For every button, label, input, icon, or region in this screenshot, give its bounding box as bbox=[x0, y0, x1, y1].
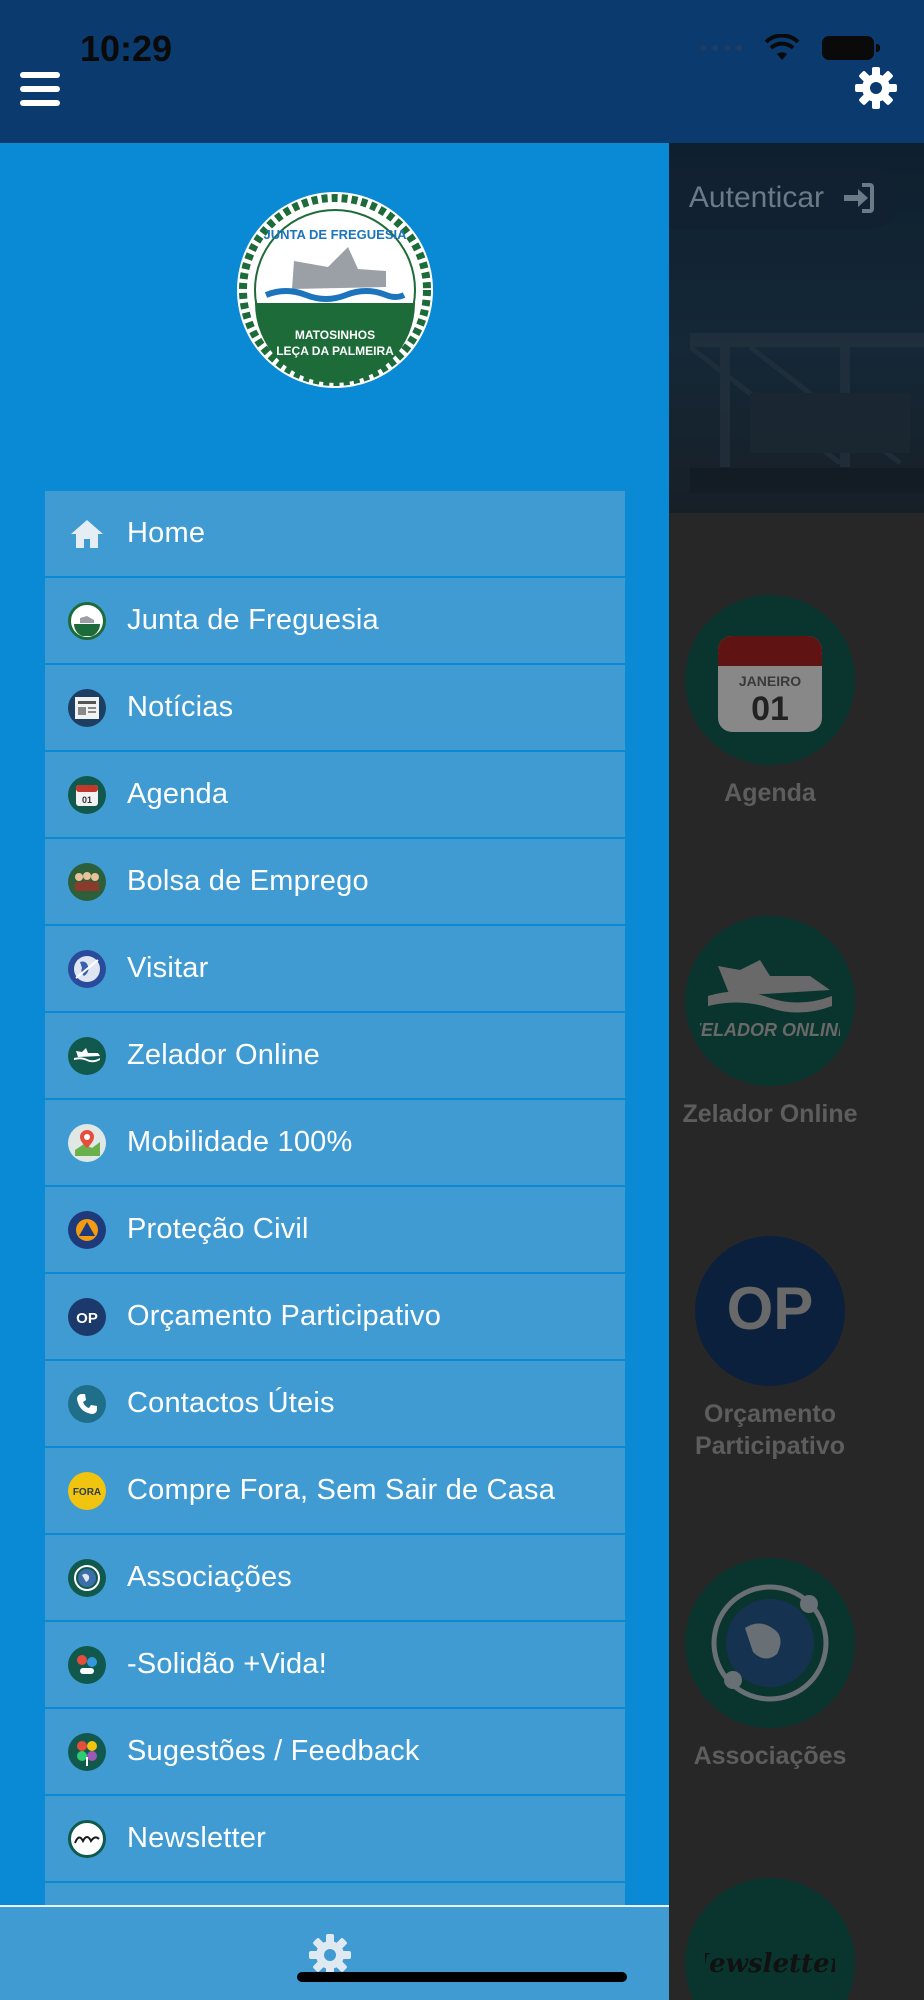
menu-item-solidao-vida[interactable]: -Solidão +Vida! bbox=[45, 1622, 625, 1707]
menu-item-mobilidade[interactable]: Mobilidade 100% bbox=[45, 1100, 625, 1185]
status-icons bbox=[700, 34, 880, 62]
menu-item-label: Newsletter bbox=[127, 1822, 266, 1854]
status-time: 10:29 bbox=[80, 28, 173, 69]
shop-badge-icon: FORA bbox=[68, 1471, 106, 1510]
home-icon bbox=[68, 515, 106, 553]
menu-item-visitar[interactable]: Visitar bbox=[45, 926, 625, 1011]
menu-item-protecao-civil[interactable]: Proteção Civil bbox=[45, 1187, 625, 1272]
map-pin-icon bbox=[68, 1123, 106, 1162]
menu-item-orcamento-participativo[interactable]: OP Orçamento Participativo bbox=[45, 1274, 625, 1359]
menu-item-label: Junta de Freguesia bbox=[127, 604, 379, 636]
menu-item-agenda[interactable]: 01 Agenda bbox=[45, 752, 625, 837]
menu-item-label: Contactos Úteis bbox=[127, 1387, 335, 1419]
navigation-drawer: JUNTA DE FREGUESIA MATOSINHOS LEÇA DA PA… bbox=[0, 143, 669, 2000]
menu-item-home[interactable]: Home bbox=[45, 491, 625, 576]
settings-gear-icon[interactable] bbox=[854, 66, 898, 110]
globe-icon bbox=[68, 949, 106, 988]
home-indicator[interactable] bbox=[297, 1972, 627, 1982]
drawer-menu: Home Junta de Freguesia Notícias 01 Agen… bbox=[45, 491, 625, 1970]
logo-top-text: JUNTA DE FREGUESIA bbox=[263, 227, 407, 242]
newsletter-icon bbox=[68, 1819, 106, 1858]
menu-item-newsletter[interactable]: Newsletter bbox=[45, 1796, 625, 1881]
menu-item-label: Associações bbox=[127, 1561, 292, 1593]
calendar-icon: 01 bbox=[68, 775, 106, 814]
zelador-icon bbox=[68, 1036, 106, 1075]
battery-icon bbox=[822, 36, 880, 60]
menu-item-label: Orçamento Participativo bbox=[127, 1300, 442, 1332]
menu-item-label: Sugestões / Feedback bbox=[127, 1735, 420, 1767]
menu-item-contactos-uteis[interactable]: Contactos Úteis bbox=[45, 1361, 625, 1446]
logo-line-2: LEÇA DA PALMEIRA bbox=[276, 344, 394, 358]
solidarity-icon bbox=[68, 1645, 106, 1684]
hamburger-menu-button[interactable] bbox=[20, 72, 62, 108]
menu-item-compre-fora[interactable]: FORA Compre Fora, Sem Sair de Casa bbox=[45, 1448, 625, 1533]
wifi-icon bbox=[764, 34, 800, 60]
newspaper-icon bbox=[68, 688, 106, 727]
feedback-icon bbox=[68, 1732, 106, 1771]
logo-line-1: MATOSINHOS bbox=[295, 328, 375, 342]
cellular-signal-icon bbox=[700, 45, 742, 51]
menu-item-zelador-online[interactable]: Zelador Online bbox=[45, 1013, 625, 1098]
jobs-icon bbox=[68, 862, 106, 901]
menu-item-sugestoes-feedback[interactable]: Sugestões / Feedback bbox=[45, 1709, 625, 1794]
menu-item-label: Zelador Online bbox=[127, 1039, 321, 1071]
menu-item-label: Proteção Civil bbox=[127, 1213, 309, 1245]
menu-item-junta-de-freguesia[interactable]: Junta de Freguesia bbox=[45, 578, 625, 663]
associations-icon bbox=[68, 1558, 106, 1597]
menu-item-label: Home bbox=[127, 517, 206, 549]
svg-text:01: 01 bbox=[82, 795, 92, 805]
op-icon: OP bbox=[68, 1297, 106, 1336]
menu-item-label: Compre Fora, Sem Sair de Casa bbox=[127, 1474, 556, 1506]
menu-item-label: Mobilidade 100% bbox=[127, 1126, 353, 1158]
junta-freguesia-logo: JUNTA DE FREGUESIA MATOSINHOS LEÇA DA PA… bbox=[237, 192, 433, 388]
menu-item-noticias[interactable]: Notícias bbox=[45, 665, 625, 750]
menu-item-label: Notícias bbox=[127, 691, 234, 723]
menu-item-label: Bolsa de Emprego bbox=[127, 865, 369, 897]
phone-icon bbox=[68, 1384, 106, 1423]
settings-gear-icon[interactable] bbox=[308, 1933, 352, 1977]
menu-item-label: -Solidão +Vida! bbox=[127, 1648, 327, 1680]
junta-logo-icon bbox=[68, 601, 106, 640]
top-app-bar: 10:29 bbox=[0, 0, 924, 143]
drawer-footer bbox=[0, 1905, 669, 2000]
svg-text:OP: OP bbox=[76, 1310, 98, 1327]
menu-item-label: Visitar bbox=[127, 952, 209, 984]
civil-protection-icon bbox=[68, 1210, 106, 1249]
menu-item-bolsa-de-emprego[interactable]: Bolsa de Emprego bbox=[45, 839, 625, 924]
menu-item-associacoes[interactable]: Associações bbox=[45, 1535, 625, 1620]
svg-text:FORA: FORA bbox=[73, 1487, 101, 1498]
menu-item-label: Agenda bbox=[127, 778, 229, 810]
